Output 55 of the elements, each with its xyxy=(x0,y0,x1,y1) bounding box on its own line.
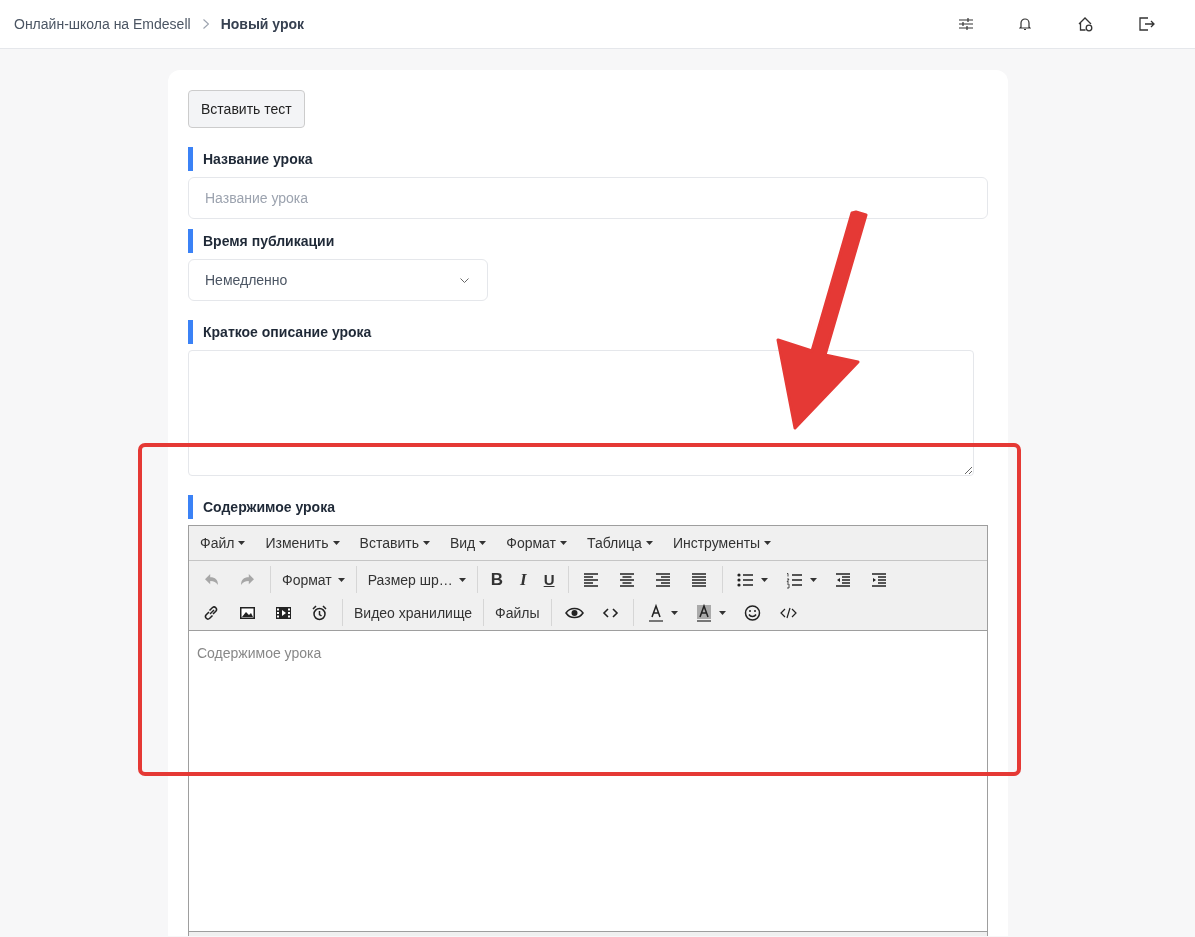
caret-icon xyxy=(479,541,487,545)
sliders-icon xyxy=(959,18,973,30)
chevron-down-icon xyxy=(460,277,469,283)
bold-button[interactable]: B xyxy=(482,566,512,593)
caret-icon xyxy=(458,577,466,582)
smiley-icon xyxy=(742,603,762,622)
toolbar-dropdown[interactable]: Размер шр… xyxy=(361,566,472,593)
numbered-list-icon xyxy=(784,570,804,589)
caret-icon xyxy=(764,541,772,545)
underline-button[interactable]: U xyxy=(535,566,563,593)
outdent-icon xyxy=(833,570,853,589)
caret-icon xyxy=(422,541,430,545)
align-right-icon xyxy=(653,570,673,589)
undo-icon xyxy=(205,574,218,585)
redo-icon xyxy=(241,574,254,585)
caret-icon xyxy=(238,541,246,545)
menu-item[interactable]: Инструменты xyxy=(662,535,782,551)
menu-item[interactable]: Вставить xyxy=(349,535,440,551)
caret-icon xyxy=(809,577,817,582)
logout-icon xyxy=(1139,17,1155,31)
editor-placeholder[interactable]: Содержимое урока xyxy=(189,631,987,931)
page-title: Новый урок xyxy=(220,16,305,32)
align-left-icon xyxy=(581,570,601,589)
menu-item[interactable]: Формат xyxy=(496,535,577,551)
description-field[interactable] xyxy=(188,350,974,476)
publish-time-select[interactable]: Немедленно xyxy=(188,259,488,301)
toolbar-dropdown[interactable]: Формат xyxy=(276,566,351,593)
caret-icon xyxy=(337,577,345,582)
caret-icon xyxy=(645,541,653,545)
caret-icon xyxy=(760,577,768,582)
home-icon xyxy=(1077,16,1093,32)
menu-item[interactable]: Таблица xyxy=(577,535,663,551)
caret-icon xyxy=(332,541,340,545)
insert-test-button[interactable]: Вставить тест xyxy=(188,90,305,128)
chevron-right-icon xyxy=(202,19,209,29)
bell-icon xyxy=(1019,17,1031,31)
breadcrumb-link[interactable]: Онлайн-школа на Emdesell xyxy=(14,16,191,32)
indent-icon xyxy=(869,570,889,589)
justify-icon xyxy=(689,570,709,589)
field-label: Содержимое урока xyxy=(188,495,988,519)
lesson-title-field[interactable]: Название урока xyxy=(188,177,988,219)
italic-button[interactable]: I xyxy=(512,566,535,593)
caret-icon xyxy=(670,610,678,615)
menu-item[interactable]: Файл xyxy=(190,535,256,551)
menu-item[interactable]: Изменить xyxy=(255,535,350,551)
toolbar-button[interactable]: Файлы xyxy=(489,599,546,626)
alarm-clock-icon xyxy=(310,603,329,622)
toolbar-button[interactable]: Видео хранилище xyxy=(348,599,479,626)
letter-underline-icon xyxy=(646,602,665,623)
field-label: Название урока xyxy=(188,147,988,171)
caret-icon xyxy=(718,610,726,615)
align-center-icon xyxy=(617,570,637,589)
caret-icon xyxy=(560,541,567,545)
menu-item[interactable]: Вид xyxy=(439,535,497,551)
highlighted-letter-icon xyxy=(694,602,713,623)
